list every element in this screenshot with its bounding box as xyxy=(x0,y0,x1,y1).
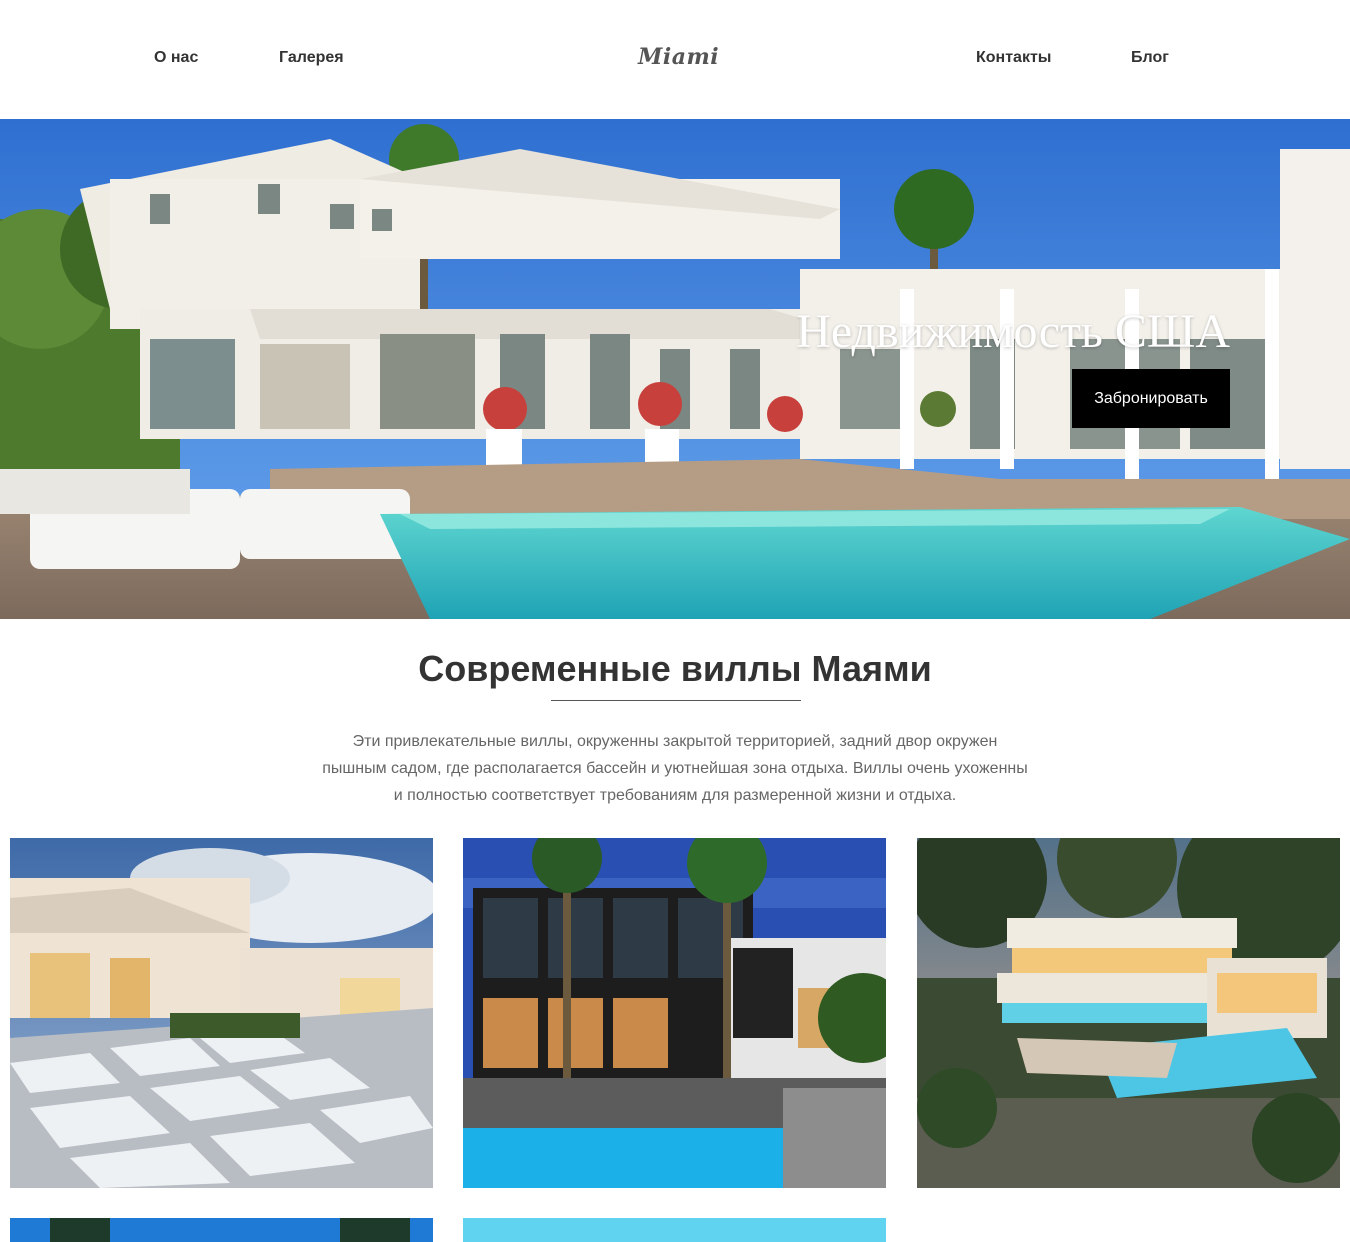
hero-banner: Недвижимость США Забронировать xyxy=(0,119,1350,619)
site-logo[interactable]: Miami xyxy=(638,44,719,70)
gallery-item-sky[interactable] xyxy=(463,1218,886,1242)
nav-link-contacts[interactable]: Контакты xyxy=(976,49,1051,67)
villa-courtyard-image xyxy=(10,838,433,1188)
nav-link-gallery[interactable]: Галерея xyxy=(279,49,344,67)
section-title: Современные виллы Маями xyxy=(418,648,932,689)
site-header: О нас Галерея Miami Контакты Блог xyxy=(0,0,1350,119)
gallery-item-hillside[interactable] xyxy=(917,838,1340,1188)
modern-villa-pool-image xyxy=(463,838,886,1188)
section-description: Эти привлекательные виллы, окруженны зак… xyxy=(322,733,1028,804)
nav-link-blog[interactable]: Блог xyxy=(1131,49,1169,67)
sky-villa-image xyxy=(463,1218,886,1242)
nav-link-about[interactable]: О нас xyxy=(154,49,198,67)
gallery-item-courtyard[interactable] xyxy=(10,838,433,1188)
hero-title: Недвижимость США xyxy=(796,305,1230,358)
gallery-item-modern-pool[interactable] xyxy=(463,838,886,1188)
book-button[interactable]: Забронировать xyxy=(1072,369,1230,428)
gallery-item-palm[interactable] xyxy=(10,1218,433,1242)
palm-villa-image xyxy=(10,1218,433,1242)
hillside-villa-image xyxy=(917,838,1340,1188)
title-divider xyxy=(551,700,801,701)
